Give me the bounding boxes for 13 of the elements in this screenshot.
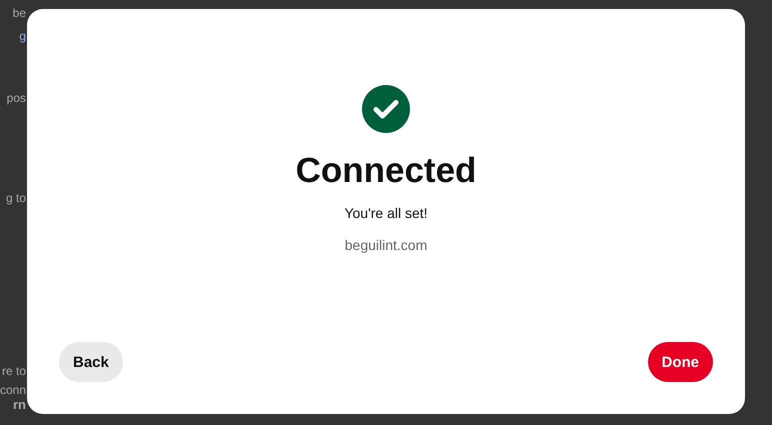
page-text: pos <box>6 91 26 105</box>
page-text: conn <box>0 383 26 397</box>
page-text: re to <box>2 364 26 378</box>
site-text: beguilint.com <box>344 237 428 253</box>
done-button[interactable]: Done <box>648 342 713 382</box>
message-text: You're all set! <box>344 205 428 221</box>
check-icon <box>362 85 410 133</box>
page-text: g to <box>6 191 26 205</box>
page-text: be <box>12 6 26 20</box>
back-button[interactable]: Back <box>59 342 123 382</box>
page-text: rn <box>13 397 26 412</box>
dialog-title: Connected <box>296 151 476 191</box>
link-text[interactable]: g <box>19 29 26 43</box>
